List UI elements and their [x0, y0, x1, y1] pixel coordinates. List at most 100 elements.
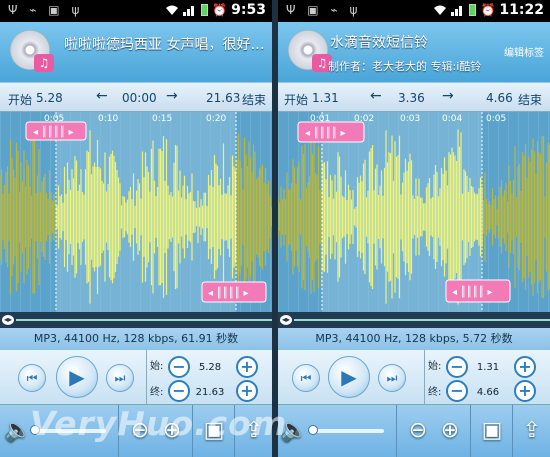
start-num: 1.31	[476, 362, 500, 373]
upload-icon[interactable]: ⇪	[516, 415, 548, 447]
status-bar: Ψ ⌁ ▣ ψ ⏰ 9:53	[0, 0, 272, 22]
music-note-icon: ♫	[34, 54, 54, 72]
zoom-in-icon[interactable]: ⊕	[434, 415, 466, 447]
range-controls: 开始 5.28 ← 00:00 → 21.63 结束	[0, 82, 272, 112]
waveform-editor[interactable]: 0:01 0:02 0:03 0:04 0:05 ◂ ║║║║ ▸ ◂ ║║║║…	[278, 112, 550, 312]
timeline-scrollbar[interactable]: ◂▸	[278, 312, 550, 328]
next-arrow-icon[interactable]: →	[166, 88, 178, 104]
start-label: 开始	[8, 93, 33, 107]
start-minus-icon[interactable]: −	[168, 356, 190, 378]
divider	[146, 350, 147, 405]
song-meta: 制作者：老大老大的 专辑:i酷铃	[328, 60, 482, 73]
battery-icon	[201, 4, 209, 16]
ruler-tick: 0:10	[98, 114, 118, 124]
divider	[396, 405, 397, 457]
volume-slider[interactable]	[308, 425, 384, 435]
scroll-track	[294, 319, 550, 321]
battery-icon	[469, 4, 477, 16]
svg-text:◂ ║║║║ ▸: ◂ ║║║║ ▸	[452, 285, 492, 298]
end-num: 4.66	[476, 387, 500, 398]
prev-arrow-icon[interactable]: ←	[370, 88, 382, 104]
end-num: 21.63	[195, 387, 225, 398]
end-minus-icon[interactable]: −	[168, 380, 190, 402]
status-bar: Ψ ▣ ⌁ ψ ⏰ 11:22	[278, 0, 550, 22]
end-plus-icon[interactable]: +	[514, 380, 536, 402]
playback-row: ⏮ ▶ ⏭ 始: − 1.31 + 终: − 4.66 +	[278, 350, 550, 405]
end-marker-handle[interactable]: ◂ ║║║║ ▸	[201, 281, 267, 303]
right-screen: Ψ ▣ ⌁ ψ ⏰ 11:22 ♫ 水滴音效短信铃 制作者：老大老大的 专辑:i…	[278, 0, 550, 457]
signal-icon	[183, 6, 195, 16]
toolbar: 🔈 ⊖ ⊕ ▣ ⇪	[278, 405, 550, 457]
title-bar: ♫ 水滴音效短信铃 制作者：老大老大的 专辑:i酷铃 编辑标签	[278, 22, 550, 82]
end-short-label: 终:	[150, 387, 164, 398]
playback-row: ⏮ ▶ ⏭ 始: − 5.28 + 终: − 21.63 +	[0, 350, 272, 405]
end-value: 4.66	[486, 91, 513, 105]
waveform-canvas[interactable]: 0:05 0:10 0:15 0:20 ◂ ║║║║ ▸ ◂ ║║║║ ▸	[0, 112, 272, 312]
ruler-tick: 0:20	[206, 114, 226, 124]
end-value: 21.63	[206, 91, 241, 105]
notification-icons: Ψ ▣ ⌁ ψ	[286, 3, 362, 17]
alarm-icon: ⏰	[480, 3, 496, 17]
divider	[470, 405, 471, 457]
rewind-icon[interactable]: ⏮	[18, 364, 46, 392]
start-marker-handle[interactable]: ◂ ║║║║ ▸	[297, 121, 365, 143]
end-plus-icon[interactable]: +	[236, 380, 258, 402]
scroll-handle-icon[interactable]: ◂▸	[280, 315, 292, 325]
scroll-track	[16, 319, 272, 321]
play-icon[interactable]: ▶	[56, 356, 98, 398]
wifi-icon	[434, 5, 447, 15]
start-value: 1.31	[312, 91, 339, 105]
end-minus-icon[interactable]: −	[446, 380, 468, 402]
song-title: 啦啦啦德玛西亚 女声唱，很好…	[64, 37, 265, 53]
end-short-label: 终:	[428, 387, 442, 398]
range-controls: 开始 1.31 ← 3.36 → 4.66 结束	[278, 82, 550, 112]
next-arrow-icon[interactable]: →	[442, 88, 454, 104]
start-label: 开始	[284, 93, 309, 107]
svg-text:◂ ║║║║ ▸: ◂ ║║║║ ▸	[33, 125, 73, 138]
start-plus-icon[interactable]: +	[514, 356, 536, 378]
end-marker-handle[interactable]: ◂ ║║║║ ▸	[445, 279, 511, 303]
timeline-scrollbar[interactable]: ◂▸	[0, 312, 272, 328]
title-bar: ♫ 啦啦啦德玛西亚 女声唱，很好…	[0, 22, 272, 82]
start-num: 5.28	[198, 362, 222, 373]
divider	[424, 350, 425, 405]
file-info: MP3, 44100 Hz, 128 kbps, 61.91 秒数	[0, 328, 272, 350]
zoom-out-icon[interactable]: ⊖	[402, 415, 434, 447]
start-short-label: 始:	[150, 361, 164, 372]
fast-forward-icon[interactable]: ⏭	[378, 364, 406, 392]
current-time: 00:00	[122, 91, 157, 105]
start-value: 5.28	[36, 91, 63, 105]
signal-icon	[451, 6, 463, 16]
edit-tags-link[interactable]: 编辑标签	[504, 44, 544, 59]
start-short-label: 始:	[428, 361, 442, 372]
fast-forward-icon[interactable]: ⏭	[106, 364, 134, 392]
waveform-editor[interactable]: 0:05 0:10 0:15 0:20 ◂ ║║║║ ▸ ◂ ║║║║ ▸	[0, 112, 272, 312]
start-plus-icon[interactable]: +	[236, 356, 258, 378]
left-screen: Ψ ⌁ ▣ ψ ⏰ 9:53 ♫ 啦啦啦德玛西亚 女声唱，很好… 开始 5.28…	[0, 0, 272, 457]
waveform-canvas[interactable]: 0:01 0:02 0:03 0:04 0:05 ◂ ║║║║ ▸ ◂ ║║║║…	[278, 112, 550, 312]
svg-text:◂ ║║║║ ▸: ◂ ║║║║ ▸	[208, 286, 248, 299]
start-marker-handle[interactable]: ◂ ║║║║ ▸	[25, 121, 87, 141]
divider	[512, 405, 513, 457]
clock: 11:22	[499, 2, 544, 18]
scroll-handle-icon[interactable]: ◂▸	[2, 315, 14, 325]
file-info: MP3, 44100 Hz, 128 kbps, 5.72 秒数	[278, 328, 550, 350]
svg-text:◂ ║║║║ ▸: ◂ ║║║║ ▸	[305, 126, 345, 139]
current-time: 3.36	[398, 91, 425, 105]
prev-arrow-icon[interactable]: ←	[96, 88, 108, 104]
play-icon[interactable]: ▶	[328, 356, 370, 398]
ruler-tick: 0:05	[486, 114, 506, 124]
clock: 9:53	[231, 2, 266, 18]
music-disc-icon: ♫	[10, 30, 54, 72]
end-label: 结束	[518, 93, 543, 107]
volume-knob[interactable]	[308, 425, 318, 435]
wifi-icon	[166, 5, 179, 15]
watermark: VeryHuo.com	[30, 404, 288, 443]
start-minus-icon[interactable]: −	[446, 356, 468, 378]
notification-icons: Ψ ⌁ ▣ ψ	[8, 3, 84, 17]
rewind-icon[interactable]: ⏮	[292, 364, 320, 392]
save-icon[interactable]: ▣	[476, 415, 508, 447]
ruler-tick: 0:03	[400, 114, 420, 124]
end-label: 结束	[242, 93, 267, 107]
alarm-icon: ⏰	[212, 3, 228, 17]
